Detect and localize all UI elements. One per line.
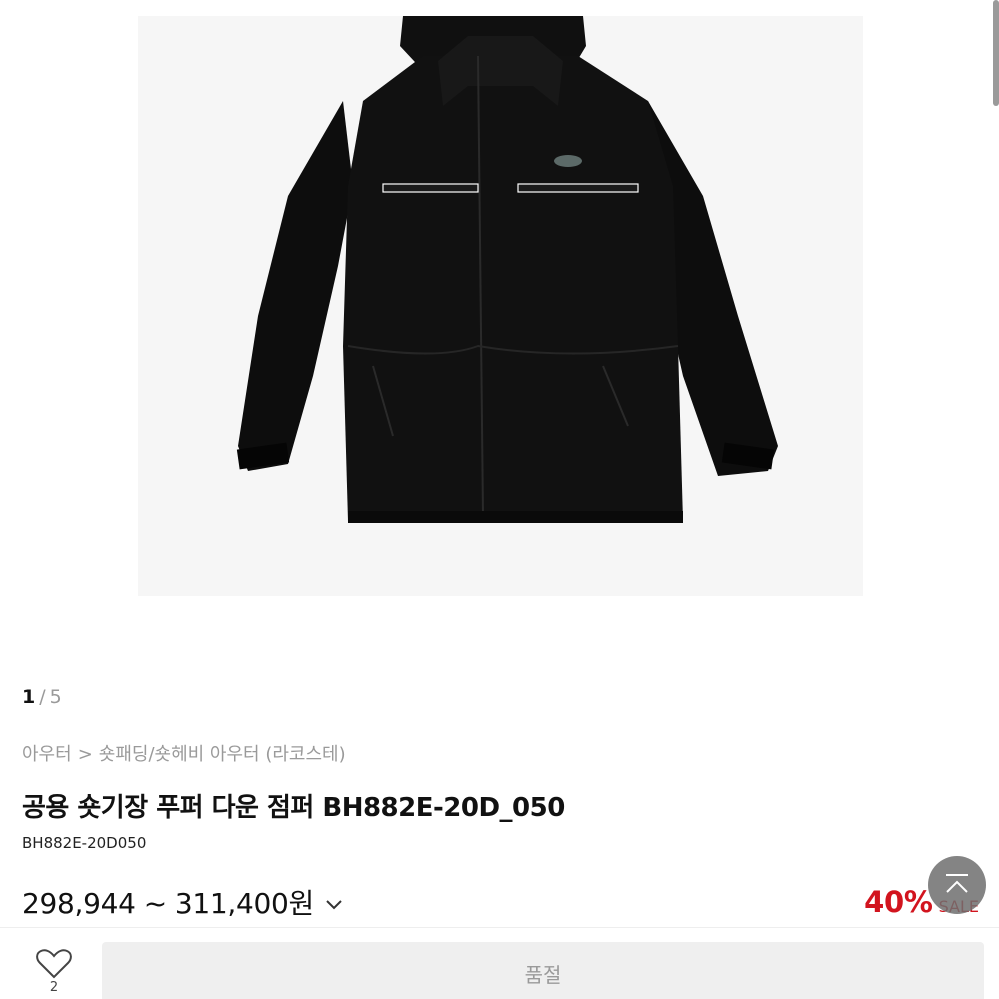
pager-separator: / bbox=[39, 686, 46, 708]
wishlist-button[interactable]: 2 bbox=[30, 948, 78, 999]
image-pager: 1/5 bbox=[22, 684, 62, 710]
price-tilde: ~ bbox=[143, 887, 167, 920]
price-max: 311,400 bbox=[174, 887, 289, 920]
wishlist-count: 2 bbox=[49, 980, 59, 995]
arrow-up-to-top-icon bbox=[946, 874, 968, 893]
breadcrumb-subcategory[interactable]: 숏패딩/숏헤비 아우터 (라코스테) bbox=[99, 744, 346, 765]
scroll-to-top-button[interactable] bbox=[928, 856, 986, 914]
breadcrumb: 아우터 > 숏패딩/숏헤비 아우터 (라코스테) bbox=[22, 741, 352, 769]
product-title: 공용 숏기장 푸퍼 다운 점퍼 BH882E-20D_050 bbox=[22, 793, 565, 823]
product-detail-page: 1/5 아우터 > 숏패딩/숏헤비 아우터 (라코스테) 공용 숏기장 푸퍼 다운 … bbox=[0, 0, 999, 999]
product-code: BH882E-20D050 bbox=[22, 834, 147, 852]
pager-current: 1 bbox=[22, 686, 36, 708]
price-min: 298,944 bbox=[22, 887, 136, 920]
pager-total: 5 bbox=[49, 686, 62, 708]
sold-out-button[interactable]: 품절 bbox=[102, 942, 984, 999]
page-scrollbar[interactable] bbox=[993, 0, 999, 106]
breadcrumb-category[interactable]: 아우터 bbox=[22, 744, 72, 765]
jacket-illustration bbox=[236, 16, 778, 523]
discount-rate: 40% bbox=[864, 885, 933, 919]
heart-outline-icon bbox=[36, 949, 72, 979]
breadcrumb-arrow: > bbox=[77, 744, 93, 765]
price-range: 298,944 ~ 311,400 원 bbox=[22, 884, 346, 924]
price-expand-toggle[interactable] bbox=[322, 892, 346, 916]
price-unit: 원 bbox=[288, 887, 315, 920]
chevron-down-icon bbox=[326, 900, 342, 910]
bottom-action-bar: 2 품절 bbox=[0, 927, 999, 999]
product-image[interactable] bbox=[138, 16, 863, 596]
